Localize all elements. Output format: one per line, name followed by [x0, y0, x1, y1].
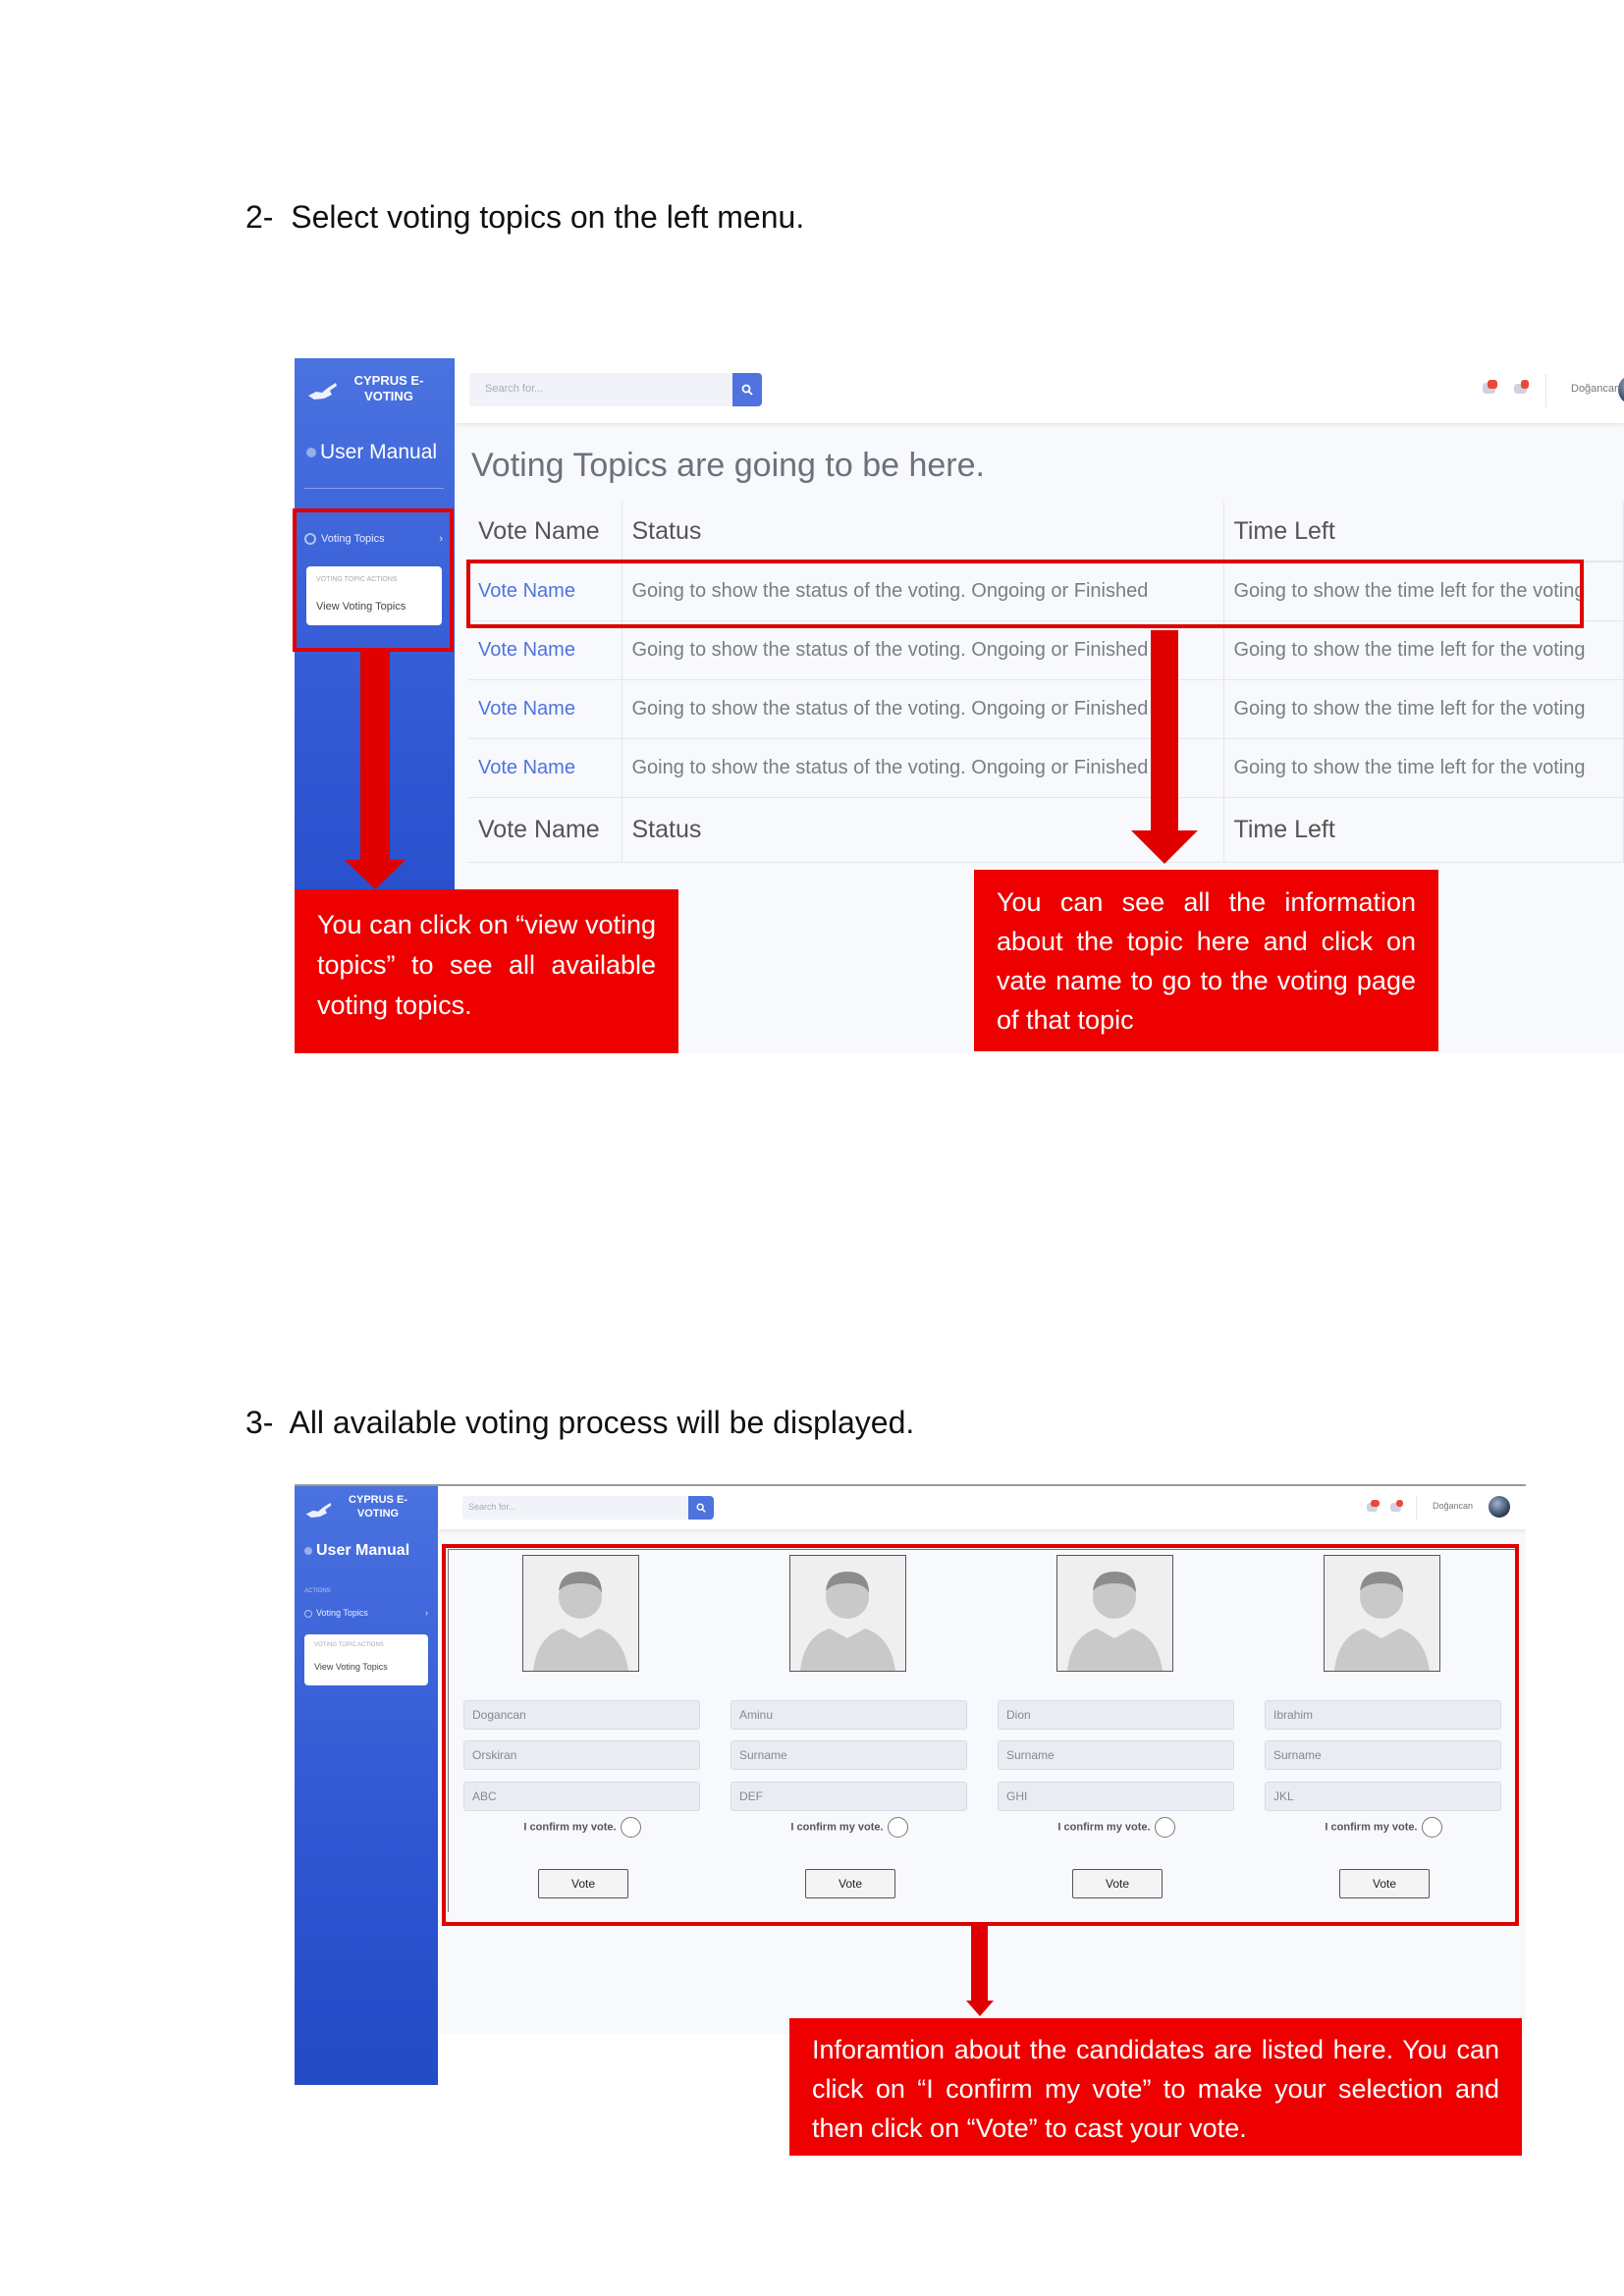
search-placeholder: Search for... — [468, 1502, 516, 1512]
messages-button[interactable] — [1514, 380, 1530, 394]
arrow-down-right-head — [1131, 830, 1198, 864]
column-header-vote-name: Vote Name — [468, 502, 623, 562]
page-title: Voting Topics are going to be here. — [471, 447, 985, 484]
callout-topic-information-text: You can see all the information about th… — [997, 887, 1416, 1035]
search-input[interactable]: Search for... — [469, 373, 732, 406]
gear-icon — [304, 1609, 312, 1618]
circle-icon — [304, 1546, 312, 1555]
footer-time-left: Time Left — [1223, 797, 1624, 863]
actions-label: ACTIONS — [304, 1588, 331, 1594]
messages-badge — [1396, 1500, 1403, 1507]
search-icon — [696, 1503, 706, 1513]
brand-line-1: CYPRUS E- — [353, 373, 424, 388]
column-header-time-left: Time Left — [1223, 502, 1624, 562]
time-left-cell: Going to show the time left for the voti… — [1223, 620, 1624, 680]
top-bar: Search for... Doğancan — [455, 358, 1624, 423]
table-footer-row: Vote Name Status Time Left — [468, 797, 1624, 863]
sidebar: CYPRUS E- VOTING User Manual ACTIONS Vot… — [295, 1486, 438, 2085]
sidebar-heading[interactable]: User Manual — [306, 441, 437, 464]
time-left-cell: Going to show the time left for the voti… — [1223, 738, 1624, 798]
topbar-divider — [1416, 1496, 1417, 1520]
chevron-right-icon: › — [425, 1608, 428, 1618]
arrow-down-left-shaft — [360, 652, 390, 862]
topbar-divider — [1545, 374, 1546, 407]
highlight-sidebar-menu — [293, 508, 454, 652]
brand-line-1: CYPRUS E- — [349, 1494, 407, 1506]
circle-icon — [306, 448, 316, 458]
vote-name-link[interactable]: Vote Name — [468, 620, 623, 680]
table-row: Vote Name Going to show the status of th… — [468, 620, 1624, 680]
brand-line-2: VOTING — [364, 389, 413, 404]
sidebar-heading-text: User Manual — [316, 1542, 410, 1559]
messages-button[interactable] — [1390, 1500, 1404, 1512]
messages-badge — [1521, 380, 1529, 389]
callout-topic-information: You can see all the information about th… — [974, 870, 1438, 1051]
avatar[interactable] — [1618, 375, 1624, 404]
highlight-candidates — [442, 1544, 1519, 1926]
table-header-row: Vote Name Status Time Left — [468, 502, 1624, 562]
arrow-down-candidates-head — [966, 2001, 994, 2016]
search-button[interactable] — [688, 1496, 714, 1520]
brand[interactable]: CYPRUS E- VOTING — [300, 1494, 434, 1527]
step-2-text: Select voting topics on the left menu. — [291, 199, 805, 235]
callout-candidates: Inforamtion about the candidates are lis… — [789, 2018, 1522, 2156]
column-header-status: Status — [622, 502, 1224, 562]
step-3-text: All available voting process will be dis… — [289, 1405, 915, 1440]
callout-view-voting-topics-text: You can click on “view voting topics” to… — [317, 910, 656, 1020]
status-cell: Going to show the status of the voting. … — [622, 620, 1224, 680]
footer-vote-name: Vote Name — [468, 797, 623, 863]
time-left-cell: Going to show the time left for the voti… — [1223, 679, 1624, 739]
username[interactable]: Doğancan — [1571, 383, 1620, 395]
topics-table-wrap: Vote Name Status Time Left Vote Name Goi… — [468, 502, 1624, 863]
search-icon — [741, 384, 753, 396]
step-2-number: 2- — [245, 199, 274, 235]
alerts-badge — [1488, 380, 1497, 389]
username[interactable]: Doğancan — [1433, 1501, 1473, 1511]
brand-line-2: VOTING — [356, 1507, 400, 1520]
vote-name-link[interactable]: Vote Name — [468, 738, 623, 798]
vote-name-link[interactable]: Vote Name — [468, 679, 623, 739]
status-cell: Going to show the status of the voting. … — [622, 738, 1224, 798]
submenu-header: VOTING TOPIC ACTIONS — [314, 1642, 384, 1648]
alerts-badge — [1371, 1500, 1380, 1507]
sidebar-item-label: Voting Topics — [316, 1608, 368, 1618]
top-bar: Search for... Doğancan — [438, 1486, 1526, 1529]
callout-candidates-text: Inforamtion about the candidates are lis… — [812, 2035, 1499, 2143]
arrow-down-left-head — [345, 860, 406, 889]
search-placeholder: Search for... — [485, 383, 544, 395]
alerts-button[interactable] — [1483, 380, 1498, 394]
callout-view-voting-topics: You can click on “view voting topics” to… — [295, 889, 678, 1053]
sidebar-heading[interactable]: User Manual — [304, 1542, 409, 1560]
topics-table: Vote Name Status Time Left Vote Name Goi… — [468, 502, 1624, 863]
brand[interactable]: CYPRUS E- VOTING — [302, 372, 450, 411]
table-row: Vote Name Going to show the status of th… — [468, 738, 1624, 798]
search-input[interactable]: Search for... — [462, 1496, 688, 1520]
sidebar-heading-text: User Manual — [320, 441, 438, 463]
step-2-heading: 2- Select voting topics on the left menu… — [245, 199, 804, 236]
sidebar-divider — [304, 488, 444, 489]
submenu: VOTING TOPIC ACTIONS View Voting Topics — [304, 1634, 428, 1685]
status-cell: Going to show the status of the voting. … — [622, 679, 1224, 739]
avatar[interactable] — [1489, 1496, 1510, 1518]
table-row: Vote Name Going to show the status of th… — [468, 679, 1624, 739]
arrow-down-right-shaft — [1151, 630, 1178, 832]
alerts-button[interactable] — [1367, 1500, 1380, 1512]
step-3-number: 3- — [245, 1405, 274, 1440]
cyprus-map-icon — [304, 1500, 334, 1524]
cyprus-map-icon — [306, 380, 340, 406]
submenu-item-view-voting-topics[interactable]: View Voting Topics — [314, 1662, 388, 1672]
search-button[interactable] — [732, 373, 762, 406]
arrow-down-candidates-shaft — [971, 1926, 988, 2002]
sidebar-item-voting-topics[interactable]: Voting Topics › — [304, 1608, 432, 1626]
step-3-heading: 3- All available voting process will be … — [245, 1405, 914, 1441]
highlight-first-row — [466, 560, 1584, 628]
